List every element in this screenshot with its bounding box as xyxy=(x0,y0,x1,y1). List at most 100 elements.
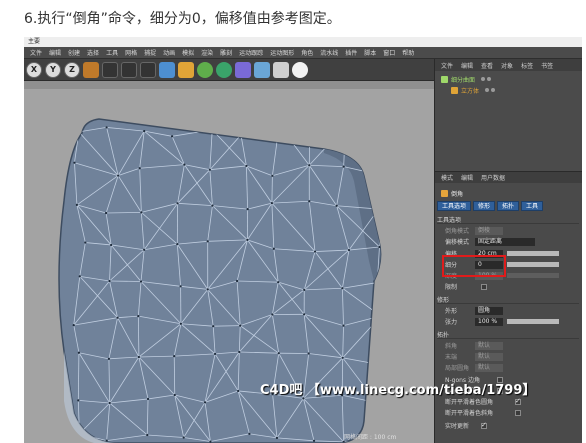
attribute-manager-tab-1[interactable]: 编辑 xyxy=(461,173,473,182)
object-manager-tab-3[interactable]: 对象 xyxy=(501,61,513,70)
depth-slider[interactable] xyxy=(507,273,559,278)
menu-item-5[interactable]: 网格 xyxy=(125,48,137,57)
mesh-vertex xyxy=(341,356,344,359)
pen-icon[interactable] xyxy=(178,61,194,78)
object-row-subdivision[interactable]: 细分曲面 xyxy=(441,74,493,84)
attribute-manager-tab-2[interactable]: 用户数据 xyxy=(481,173,505,182)
menu-item-14[interactable]: 流水线 xyxy=(320,48,338,57)
bevel-tool-icon xyxy=(441,190,448,197)
object-manager-tab-4[interactable]: 标签 xyxy=(521,61,533,70)
tension-slider[interactable] xyxy=(507,319,559,324)
mesh-vertex xyxy=(179,322,182,325)
coordinate-system-button[interactable] xyxy=(83,61,99,78)
break-smooth-round-checkbox[interactable] xyxy=(515,397,521,405)
object-manager-tab-0[interactable]: 文件 xyxy=(441,61,453,70)
tool-name: 倒角 xyxy=(451,191,464,198)
break-smooth-miter-checkbox[interactable] xyxy=(515,409,521,416)
object-manager-tab-2[interactable]: 查看 xyxy=(481,61,493,70)
menu-item-6[interactable]: 捕捉 xyxy=(144,48,156,57)
tab-shape[interactable]: 修形 xyxy=(473,201,496,211)
partial-round-dropdown[interactable]: 默认 xyxy=(475,363,503,372)
menu-item-16[interactable]: 脚本 xyxy=(364,48,376,57)
mesh-vertex xyxy=(105,439,108,442)
mesh-vertex xyxy=(138,167,141,170)
tab-tool[interactable]: 工具 xyxy=(521,201,544,211)
mesh-vertex xyxy=(235,279,239,283)
mesh-edge xyxy=(279,124,311,128)
mesh-vertex xyxy=(84,241,87,244)
menu-item-4[interactable]: 工具 xyxy=(106,48,118,57)
menu-item-18[interactable]: 帮助 xyxy=(402,48,414,57)
x-axis-button[interactable]: X xyxy=(26,61,42,78)
array-icon[interactable] xyxy=(216,61,232,78)
mesh-vertex xyxy=(271,313,274,316)
scene-icon[interactable] xyxy=(254,61,270,78)
object-manager-menu: 文件 编辑 查看 对象 标签 书签 xyxy=(435,59,582,71)
render-settings-button[interactable] xyxy=(140,61,156,78)
offset-mode-label: 偏移模式 xyxy=(445,239,470,246)
menu-item-1[interactable]: 编辑 xyxy=(49,48,61,57)
realtime-update-checkbox[interactable] xyxy=(481,421,487,429)
attribute-manager-tab-0[interactable]: 模式 xyxy=(441,173,453,182)
deformer-icon[interactable] xyxy=(235,61,251,78)
limit-checkbox[interactable] xyxy=(481,283,487,290)
shape-row: 外形 圆角 xyxy=(445,306,503,315)
mesh-vertex xyxy=(116,316,119,319)
visibility-dots[interactable] xyxy=(485,88,497,92)
mesh-vertex xyxy=(105,126,108,129)
tab-tool-options[interactable]: 工具选项 xyxy=(437,201,472,211)
mesh-vertex xyxy=(170,135,174,138)
menu-item-0[interactable]: 文件 xyxy=(30,48,42,57)
object-name: 立方体 xyxy=(461,87,480,95)
mesh-vertex xyxy=(206,240,209,243)
offset-mode-row: 偏移模式 固定距离 xyxy=(445,237,535,246)
menu-item-3[interactable]: 选择 xyxy=(87,48,99,57)
menu-item-12[interactable]: 运动图形 xyxy=(270,48,294,57)
cube-icon[interactable] xyxy=(159,61,175,78)
menu-item-2[interactable]: 创建 xyxy=(68,48,80,57)
offset-slider[interactable] xyxy=(507,251,559,256)
offset-mode-dropdown[interactable]: 固定距离 xyxy=(475,237,535,246)
shape-dropdown[interactable]: 圆角 xyxy=(475,306,503,315)
mesh-vertex xyxy=(375,129,378,132)
miter-dropdown[interactable]: 默认 xyxy=(475,341,503,350)
mesh-vertex xyxy=(245,164,248,168)
tab-topology[interactable]: 拓扑 xyxy=(497,201,520,211)
menu-item-7[interactable]: 动画 xyxy=(163,48,175,57)
menu-item-10[interactable]: 雕刻 xyxy=(220,48,232,57)
menu-item-11[interactable]: 运动跟踪 xyxy=(239,48,263,57)
render-view-button[interactable] xyxy=(102,61,118,78)
mesh-vertex xyxy=(206,288,209,291)
mesh-vertex xyxy=(344,125,347,128)
object-manager-tab-1[interactable]: 编辑 xyxy=(461,61,473,70)
attribute-subtabs: 工具选项 修形 拓扑 工具 xyxy=(437,201,545,211)
tension-input[interactable]: 100 % xyxy=(475,317,503,326)
mesh-edge xyxy=(376,282,381,317)
menu-item-15[interactable]: 插件 xyxy=(345,48,357,57)
menu-item-8[interactable]: 模拟 xyxy=(182,48,194,57)
mesh-vertex xyxy=(275,436,279,439)
menu-item-13[interactable]: 角色 xyxy=(301,48,313,57)
visibility-dots[interactable] xyxy=(481,77,493,81)
z-axis-button[interactable]: Z xyxy=(64,61,80,78)
menu-item-9[interactable]: 渲染 xyxy=(201,48,213,57)
mesh-vertex xyxy=(312,439,316,442)
mesh-vertex xyxy=(77,399,80,402)
end-dropdown[interactable]: 默认 xyxy=(475,352,503,361)
light-icon[interactable] xyxy=(292,61,308,78)
mesh-vertex xyxy=(73,161,76,164)
y-axis-button[interactable]: Y xyxy=(45,61,61,78)
subdivision-slider[interactable] xyxy=(507,262,559,267)
render-picture-viewer-button[interactable] xyxy=(121,61,137,78)
object-row-cube[interactable]: 立方体 xyxy=(451,85,497,95)
partial-round-row: 局部圆角 默认 xyxy=(445,363,503,372)
object-manager-tab-5[interactable]: 书签 xyxy=(541,61,553,70)
caption: 6.执行“倒角”命令，细分为0，偏移值由参考图定。 xyxy=(24,11,341,27)
menu-item-17[interactable]: 窗口 xyxy=(383,48,395,57)
mesh-edge xyxy=(137,316,140,357)
bevel-mode-dropdown[interactable]: 倒棱 xyxy=(475,226,503,235)
bevel-mode-label: 倒角模式 xyxy=(445,228,470,235)
section-tool-options: 工具选项 xyxy=(437,217,580,224)
camera-icon[interactable] xyxy=(273,61,289,78)
subdivision-icon[interactable] xyxy=(197,61,213,78)
